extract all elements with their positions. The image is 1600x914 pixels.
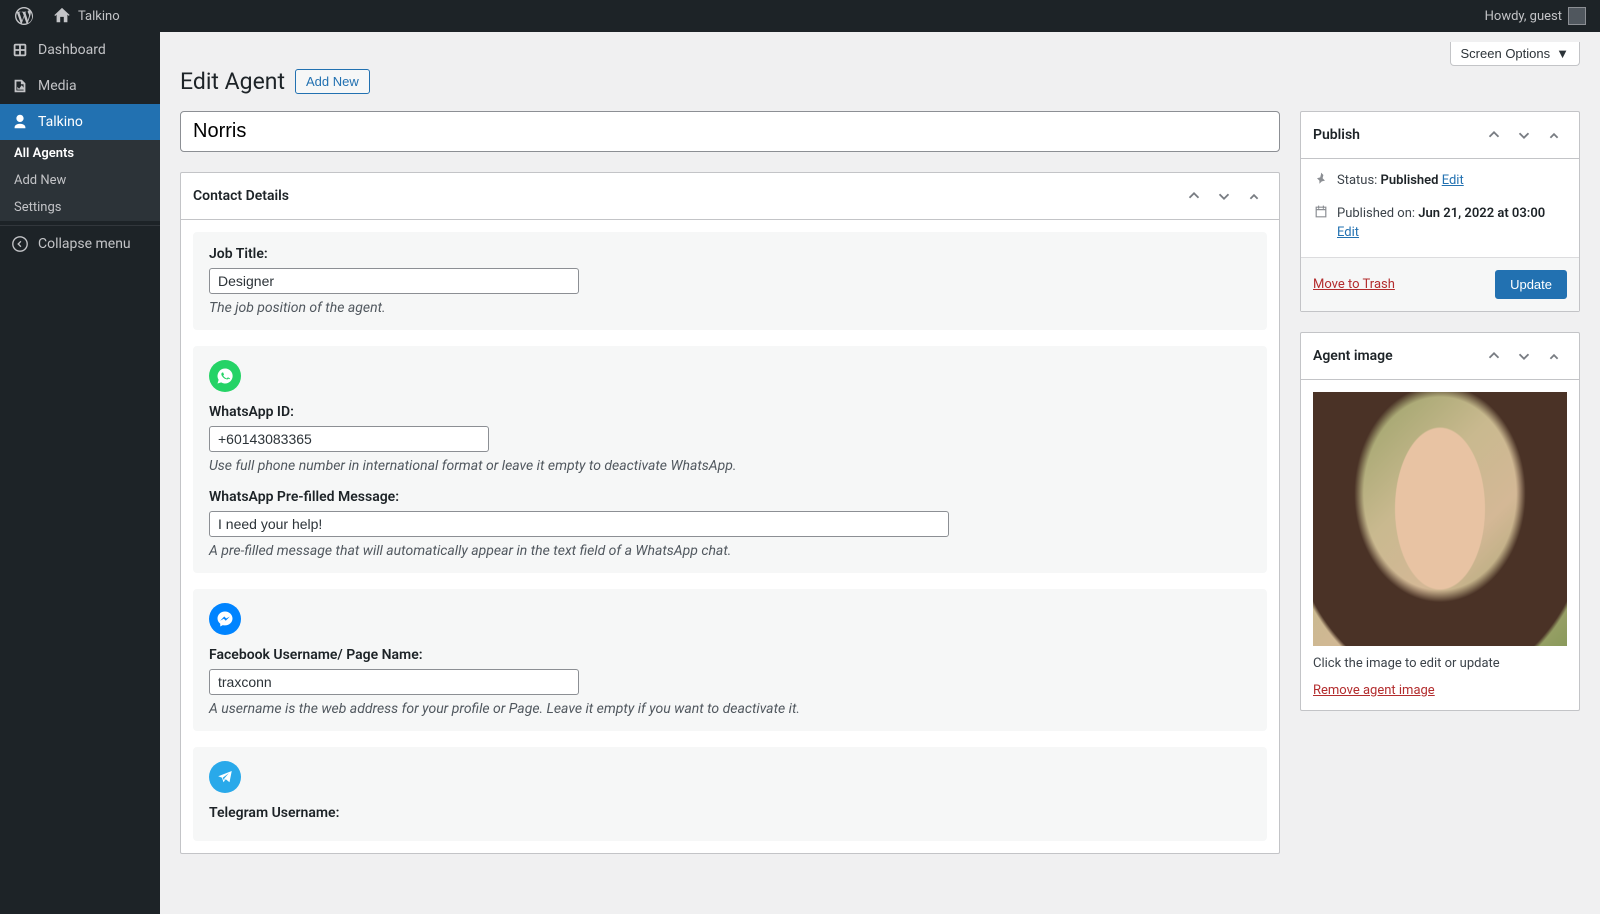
whatsapp-id-help: Use full phone number in international f… bbox=[209, 458, 1251, 474]
sidebar-item-dashboard[interactable]: Dashboard bbox=[0, 32, 160, 68]
screen-options-toggle[interactable]: Screen Options ▼ bbox=[1450, 42, 1580, 66]
facebook-help: A username is the web address for your p… bbox=[209, 701, 1251, 717]
wordpress-icon bbox=[14, 6, 34, 26]
add-new-button[interactable]: Add New bbox=[295, 69, 370, 94]
howdy-text: Howdy, guest bbox=[1485, 9, 1562, 24]
facebook-input[interactable] bbox=[209, 669, 579, 695]
job-title-help: The job position of the agent. bbox=[209, 300, 1251, 316]
submenu-settings[interactable]: Settings bbox=[0, 194, 160, 221]
telegram-icon bbox=[209, 761, 241, 793]
whatsapp-icon bbox=[209, 360, 241, 392]
agent-image-help: Click the image to edit or update bbox=[1313, 656, 1567, 671]
collapse-menu[interactable]: Collapse menu bbox=[0, 225, 160, 262]
box-toggle[interactable] bbox=[1541, 343, 1567, 369]
status-label: Status: bbox=[1337, 173, 1381, 188]
calendar-icon bbox=[1313, 204, 1329, 227]
agent-image-box: Agent image Click the image to edit or u… bbox=[1300, 332, 1580, 711]
remove-agent-image-link[interactable]: Remove agent image bbox=[1313, 683, 1435, 698]
publish-box: Publish Status: Published bbox=[1300, 111, 1580, 312]
whatsapp-id-input[interactable] bbox=[209, 426, 489, 452]
whatsapp-msg-input[interactable] bbox=[209, 511, 949, 537]
agent-title-input[interactable] bbox=[180, 111, 1280, 152]
avatar-icon bbox=[1568, 7, 1586, 25]
agent-image-thumbnail[interactable] bbox=[1313, 392, 1567, 646]
page-title: Edit Agent bbox=[180, 68, 285, 95]
published-edit-link[interactable]: Edit bbox=[1337, 225, 1359, 240]
submenu-all-agents[interactable]: All Agents bbox=[0, 140, 160, 167]
pin-icon bbox=[1313, 171, 1329, 194]
box-toggle[interactable] bbox=[1241, 183, 1267, 209]
box-move-down[interactable] bbox=[1511, 343, 1537, 369]
move-to-trash-link[interactable]: Move to Trash bbox=[1313, 277, 1395, 292]
messenger-icon bbox=[209, 603, 241, 635]
submenu-talkino: All Agents Add New Settings bbox=[0, 140, 160, 221]
chevron-down-icon: ▼ bbox=[1556, 46, 1569, 61]
update-button[interactable]: Update bbox=[1495, 270, 1567, 299]
admin-bar: Talkino Howdy, guest bbox=[0, 0, 1600, 32]
facebook-label: Facebook Username/ Page Name: bbox=[209, 647, 1251, 663]
box-move-up[interactable] bbox=[1181, 183, 1207, 209]
box-move-down[interactable] bbox=[1511, 122, 1537, 148]
media-icon bbox=[10, 76, 30, 96]
published-label: Published on: bbox=[1337, 206, 1418, 221]
sidebar-item-talkino[interactable]: Talkino bbox=[0, 104, 160, 140]
box-move-down[interactable] bbox=[1211, 183, 1237, 209]
howdy-account[interactable]: Howdy, guest bbox=[1479, 0, 1592, 32]
box-toggle[interactable] bbox=[1541, 122, 1567, 148]
site-name: Talkino bbox=[78, 9, 120, 24]
job-title-label: Job Title: bbox=[209, 246, 1251, 262]
whatsapp-id-label: WhatsApp ID: bbox=[209, 404, 1251, 420]
wp-logo[interactable] bbox=[8, 0, 40, 32]
job-title-input[interactable] bbox=[209, 268, 579, 294]
contact-details-box: Contact Details Job Title: The job posit… bbox=[180, 172, 1280, 854]
submenu-add-new[interactable]: Add New bbox=[0, 167, 160, 194]
status-edit-link[interactable]: Edit bbox=[1442, 173, 1464, 188]
publish-heading: Publish bbox=[1313, 127, 1360, 143]
site-home-link[interactable]: Talkino bbox=[46, 0, 126, 32]
dashboard-icon bbox=[10, 40, 30, 60]
box-move-up[interactable] bbox=[1481, 343, 1507, 369]
collapse-icon bbox=[10, 234, 30, 254]
home-icon bbox=[52, 6, 72, 26]
box-move-up[interactable] bbox=[1481, 122, 1507, 148]
whatsapp-msg-help: A pre-filled message that will automatic… bbox=[209, 543, 1251, 559]
status-value: Published bbox=[1381, 173, 1439, 188]
sidebar-item-media[interactable]: Media bbox=[0, 68, 160, 104]
telegram-label: Telegram Username: bbox=[209, 805, 1251, 821]
contact-details-heading: Contact Details bbox=[193, 188, 289, 204]
agent-image-heading: Agent image bbox=[1313, 348, 1393, 364]
admin-sidebar: Dashboard Media Talkino All Agents Add N… bbox=[0, 32, 160, 914]
whatsapp-msg-label: WhatsApp Pre-filled Message: bbox=[209, 489, 1251, 505]
published-value: Jun 21, 2022 at 03:00 bbox=[1418, 206, 1545, 221]
person-icon bbox=[10, 112, 30, 132]
